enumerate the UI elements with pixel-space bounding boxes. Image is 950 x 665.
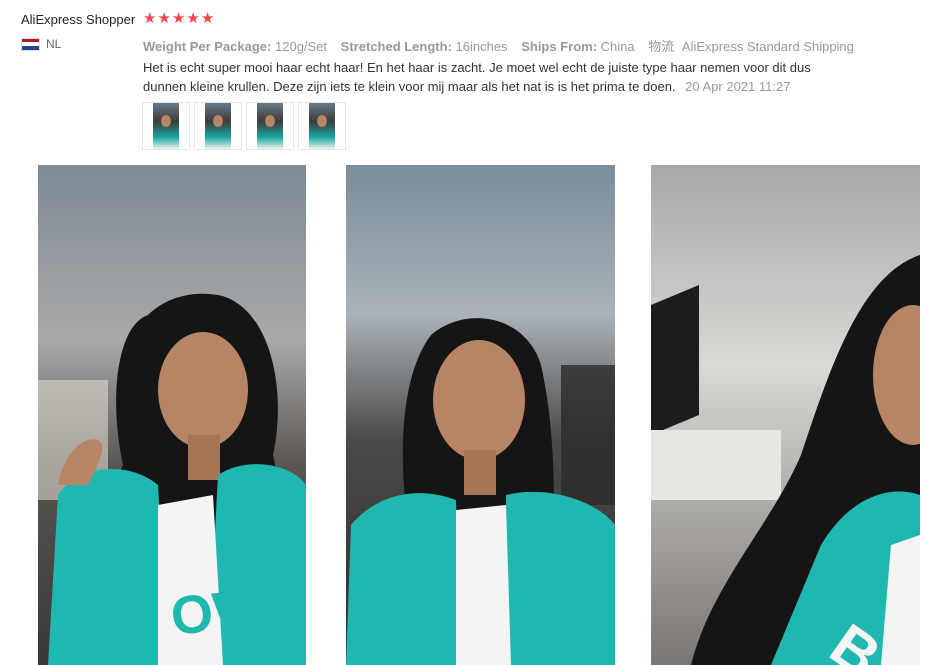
selfie-image: B <box>651 165 920 665</box>
star-icon: ★ <box>143 10 157 27</box>
review-thumbnails <box>142 102 346 150</box>
attr-ships-from: Ships From: China <box>521 39 635 54</box>
attr-weight: Weight Per Package: 120g/Set <box>143 39 328 54</box>
star-icon: ★ <box>186 10 200 27</box>
netherlands-flag-icon <box>21 37 40 51</box>
review-photo-1[interactable]: OWL <box>38 165 306 665</box>
review-photo-3[interactable]: B <box>651 165 920 665</box>
logistics-icon: 物流 <box>648 39 675 54</box>
thumbnail-image <box>309 103 335 149</box>
review-photo-2[interactable]: OWL <box>346 165 615 665</box>
rating-stars: ★ ★ ★ ★ ★ <box>143 11 214 27</box>
review-date: 20 Apr 2021 11:27 <box>685 79 791 94</box>
attr-length: Stretched Length: 16inches <box>340 39 508 54</box>
review-thumbnail[interactable] <box>194 102 242 150</box>
review-comment: Het is echt super mooi haar echt haar! E… <box>143 58 833 96</box>
jacket-logo: OWL <box>521 587 615 647</box>
thumbnail-image <box>205 103 231 149</box>
selfie-image: OWL <box>38 165 306 665</box>
star-icon: ★ <box>171 10 186 27</box>
product-attributes: Weight Per Package: 120g/Set Stretched L… <box>143 36 864 55</box>
reviewer-name: AliExpress Shopper <box>21 12 136 27</box>
thumbnail-image <box>153 103 179 149</box>
selfie-image: OWL <box>346 165 615 665</box>
star-icon: ★ <box>157 10 171 27</box>
country-code: NL <box>46 37 62 51</box>
thumbnail-image <box>257 103 283 149</box>
star-icon: ★ <box>200 10 215 27</box>
review-thumbnail[interactable] <box>298 102 346 150</box>
review-item: AliExpress Shopper ★ ★ ★ ★ ★ NL Weight P… <box>0 0 950 160</box>
review-thumbnail[interactable] <box>142 102 190 150</box>
reviewer-country: NL <box>21 37 61 51</box>
review-thumbnail[interactable] <box>246 102 294 150</box>
attr-shipping: 物流 AliExpress Standard Shipping <box>648 39 854 54</box>
